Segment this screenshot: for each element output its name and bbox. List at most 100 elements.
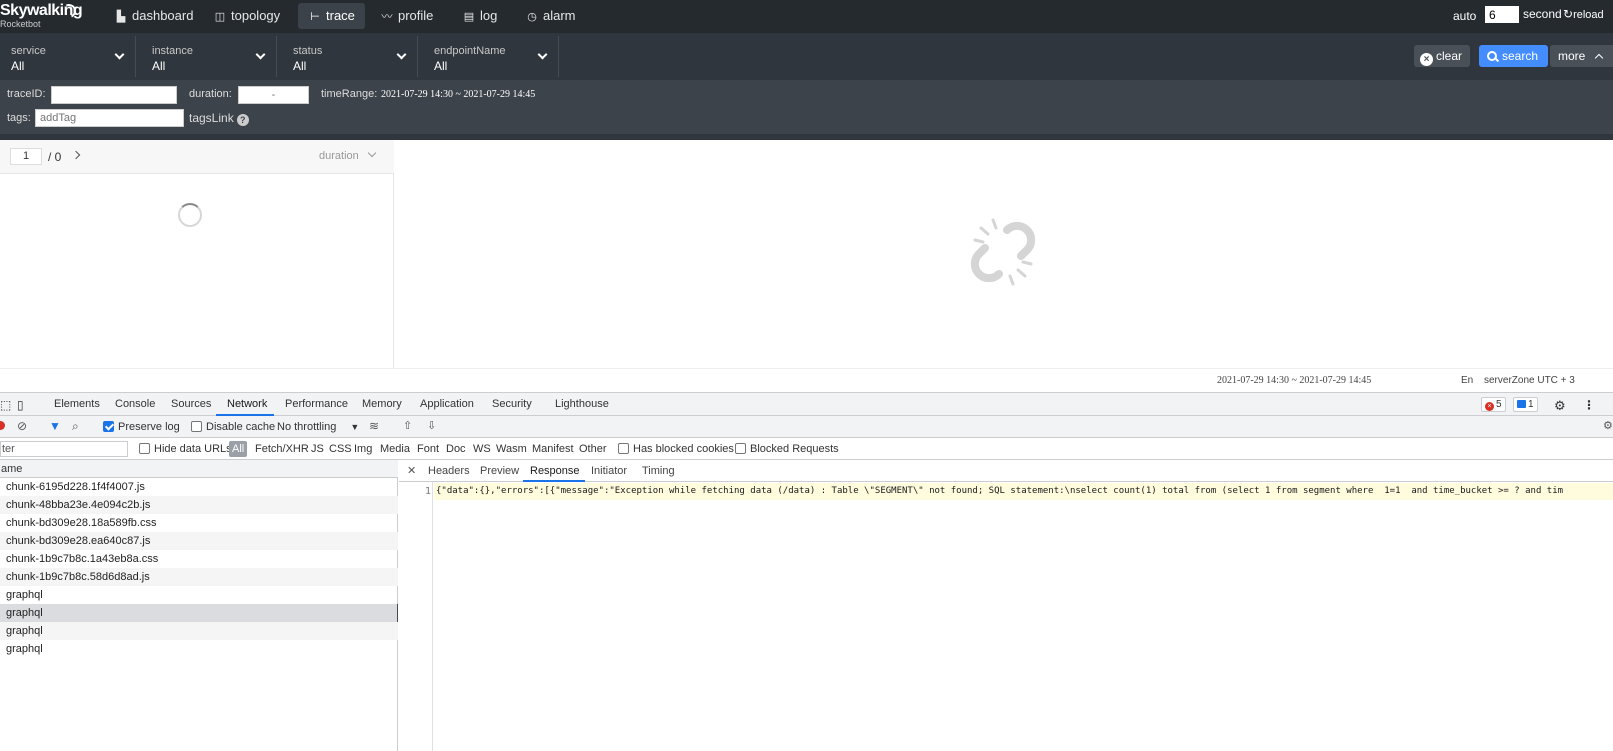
language-switch[interactable]: En: [1461, 375, 1473, 386]
service-select[interactable]: service All: [0, 36, 136, 77]
clear-button[interactable]: × clear: [1414, 45, 1471, 67]
request-row[interactable]: chunk-48bba23e.4e094c2b.js: [0, 496, 398, 514]
request-row[interactable]: chunk-1b9c7b8c.58d6d8ad.js: [0, 568, 398, 586]
clear-log-icon[interactable]: ⊘: [17, 419, 27, 433]
close-icon[interactable]: ✕: [407, 464, 416, 477]
request-row[interactable]: graphql: [0, 586, 398, 604]
detail-tab-headers[interactable]: Headers: [428, 465, 470, 477]
type-filter-font[interactable]: Font: [417, 443, 439, 455]
error-count-badge[interactable]: × 5: [1481, 397, 1506, 412]
duration-label: duration:: [189, 88, 232, 100]
kebab-menu-icon[interactable]: ⋮: [1583, 398, 1595, 412]
disable-cache-checkbox[interactable]: Disable cache: [191, 421, 275, 433]
timerange-value[interactable]: 2021-07-29 14:30 ~ 2021-07-29 14:45: [381, 89, 535, 100]
nav-trace[interactable]: ⊢ trace: [298, 3, 365, 29]
filter-icon[interactable]: ▼: [49, 419, 61, 433]
record-icon[interactable]: [0, 421, 5, 430]
throttling-select[interactable]: No throttling ▼: [277, 421, 359, 433]
type-filter-other[interactable]: Other: [579, 443, 607, 455]
instance-select-label: instance: [152, 45, 193, 57]
devtools-tab-performance[interactable]: Performance: [285, 398, 348, 410]
request-name-column-header[interactable]: ame: [0, 460, 398, 478]
blocked-requests-checkbox[interactable]: Blocked Requests: [735, 443, 839, 455]
nav-topology[interactable]: ◫ topology: [203, 3, 290, 29]
endpoint-name-select-label: endpointName: [434, 45, 506, 57]
more-button[interactable]: more: [1550, 45, 1613, 67]
detail-tab-response[interactable]: Response: [530, 465, 580, 477]
traceid-input[interactable]: [51, 86, 177, 104]
chevron-right-icon[interactable]: [71, 150, 81, 160]
type-filter-css[interactable]: CSS: [329, 443, 352, 455]
tags-label: tags:: [7, 112, 31, 124]
request-row[interactable]: graphql: [0, 640, 398, 658]
inspect-element-icon[interactable]: ⬚: [0, 398, 11, 412]
type-filter-media[interactable]: Media: [380, 443, 410, 455]
preserve-log-checkbox[interactable]: Preserve log: [103, 421, 180, 433]
skywalking-logo[interactable]: Skywalking Rocketbot: [0, 2, 83, 32]
detail-tab-preview[interactable]: Preview: [480, 465, 519, 477]
endpoint-name-select[interactable]: endpointName All: [423, 36, 559, 77]
type-filter-all[interactable]: All: [229, 441, 248, 457]
import-har-icon[interactable]: ⇧: [403, 419, 412, 432]
tags-link[interactable]: tagsLink?: [189, 111, 249, 126]
message-count-badge[interactable]: 1: [1513, 397, 1538, 412]
request-row[interactable]: chunk-bd309e28.18a589fb.css: [0, 514, 398, 532]
help-icon[interactable]: ?: [236, 114, 249, 126]
nav-alarm[interactable]: ◷ alarm: [515, 3, 586, 29]
type-filter-wasm[interactable]: Wasm: [496, 443, 527, 455]
request-row-selected[interactable]: graphql: [0, 604, 398, 622]
request-row[interactable]: chunk-bd309e28.ea640c87.js: [0, 532, 398, 550]
chevron-down-icon: [396, 49, 407, 60]
search-button-label: search: [1502, 49, 1539, 63]
devtools-tab-application[interactable]: Application: [420, 398, 474, 410]
search-icon[interactable]: ⌕: [72, 419, 79, 434]
type-filter-doc[interactable]: Doc: [446, 443, 466, 455]
devtools-tab-console[interactable]: Console: [115, 398, 155, 410]
type-filter-js[interactable]: JS: [311, 443, 324, 455]
gear-icon[interactable]: ⚙: [1554, 398, 1566, 414]
type-filter-manifest[interactable]: Manifest: [532, 443, 574, 455]
chevron-down-icon[interactable]: [367, 148, 377, 158]
devtools-tab-memory[interactable]: Memory: [362, 398, 402, 410]
network-filter-input[interactable]: ter: [0, 441, 128, 457]
request-row[interactable]: graphql: [0, 622, 398, 640]
devtools-tab-sources[interactable]: Sources: [171, 398, 211, 410]
auto-refresh-interval-input[interactable]: [1485, 6, 1519, 23]
page-number-input[interactable]: 1: [10, 148, 42, 165]
trace-detail-panel: [395, 140, 1613, 368]
detail-tab-initiator[interactable]: Initiator: [591, 465, 627, 477]
network-conditions-icon[interactable]: ≋: [369, 419, 379, 433]
devtools-tab-security[interactable]: Security: [492, 398, 532, 410]
devtools-tab-lighthouse[interactable]: Lighthouse: [555, 398, 609, 410]
type-filter-ws[interactable]: WS: [473, 443, 491, 455]
request-row[interactable]: chunk-6195d228.1f4f4007.js: [0, 478, 398, 496]
export-har-icon[interactable]: ⇩: [427, 419, 436, 432]
duration-input[interactable]: -: [238, 86, 309, 104]
type-filter-fetch-xhr[interactable]: Fetch/XHR: [255, 443, 309, 455]
devtools-tab-network[interactable]: Network: [227, 398, 267, 410]
sort-by-select[interactable]: duration: [319, 150, 359, 162]
instance-select[interactable]: instance All: [141, 36, 277, 77]
type-filter-img[interactable]: Img: [354, 443, 372, 455]
has-blocked-cookies-checkbox[interactable]: Has blocked cookies: [618, 443, 734, 455]
add-tag-input[interactable]: [35, 109, 184, 127]
detail-tab-timing[interactable]: Timing: [642, 465, 675, 477]
response-body-text[interactable]: {"data":{},"errors":[{"message":"Excepti…: [436, 486, 1563, 496]
network-settings-icon[interactable]: ⚙: [1603, 419, 1613, 432]
status-select[interactable]: status All: [282, 36, 418, 77]
nav-log[interactable]: ▤ log: [452, 3, 507, 29]
devtools-tab-elements[interactable]: Elements: [54, 398, 100, 410]
nav-dashboard[interactable]: ▙ dashboard: [104, 3, 203, 29]
device-toggle-icon[interactable]: ▯: [17, 398, 24, 412]
request-row[interactable]: chunk-1b9c7b8c.1a43eb8a.css: [0, 550, 398, 568]
reload-button[interactable]: ↻reload: [1563, 7, 1604, 21]
service-select-label: service: [11, 45, 46, 57]
search-button[interactable]: search: [1479, 45, 1549, 67]
hide-data-urls-checkbox[interactable]: Hide data URLs: [139, 443, 232, 455]
footer-timerange[interactable]: 2021-07-29 14:30 ~ 2021-07-29 14:45: [1217, 375, 1371, 386]
auto-refresh-label: auto: [1453, 9, 1477, 23]
clear-button-label: clear: [1436, 49, 1463, 63]
nav-profile[interactable]: 〰 profile: [370, 3, 443, 29]
page-total: / 0: [48, 150, 62, 164]
blocked-requests-label: Blocked Requests: [750, 443, 839, 455]
